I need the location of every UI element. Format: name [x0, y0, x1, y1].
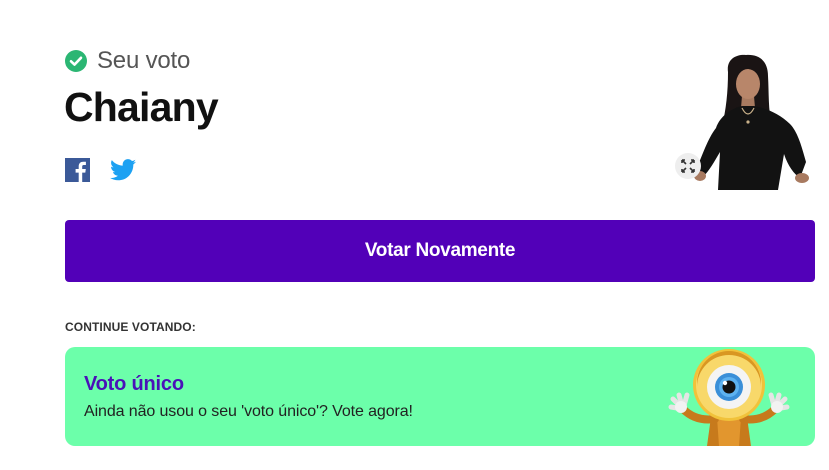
eye-mascot-icon: [668, 349, 790, 446]
expand-photo-button[interactable]: [675, 153, 701, 179]
vote-confirmation-page: Seu voto Chaiany Votar Novamente CONTINU…: [0, 0, 829, 470]
candidate-name: Chaiany: [64, 84, 219, 130]
twitter-icon[interactable]: [110, 159, 136, 181]
vote-status-label: Seu voto: [97, 47, 191, 74]
single-vote-card-text: Ainda não usou o seu 'voto único'? Vote …: [84, 403, 413, 420]
share-row: [65, 158, 136, 182]
expand-icon: [681, 159, 695, 173]
vote-again-button[interactable]: Votar Novamente: [65, 220, 815, 282]
continue-voting-label: CONTINUE VOTANDO:: [65, 320, 196, 334]
single-vote-card-title: Voto único: [84, 373, 184, 395]
vote-status: Seu voto: [65, 47, 191, 74]
facebook-icon[interactable]: [65, 158, 90, 182]
single-vote-card[interactable]: Voto único Ainda não usou o seu 'voto ún…: [65, 347, 815, 446]
candidate-photo: [694, 54, 809, 190]
check-circle-icon: [65, 50, 87, 72]
